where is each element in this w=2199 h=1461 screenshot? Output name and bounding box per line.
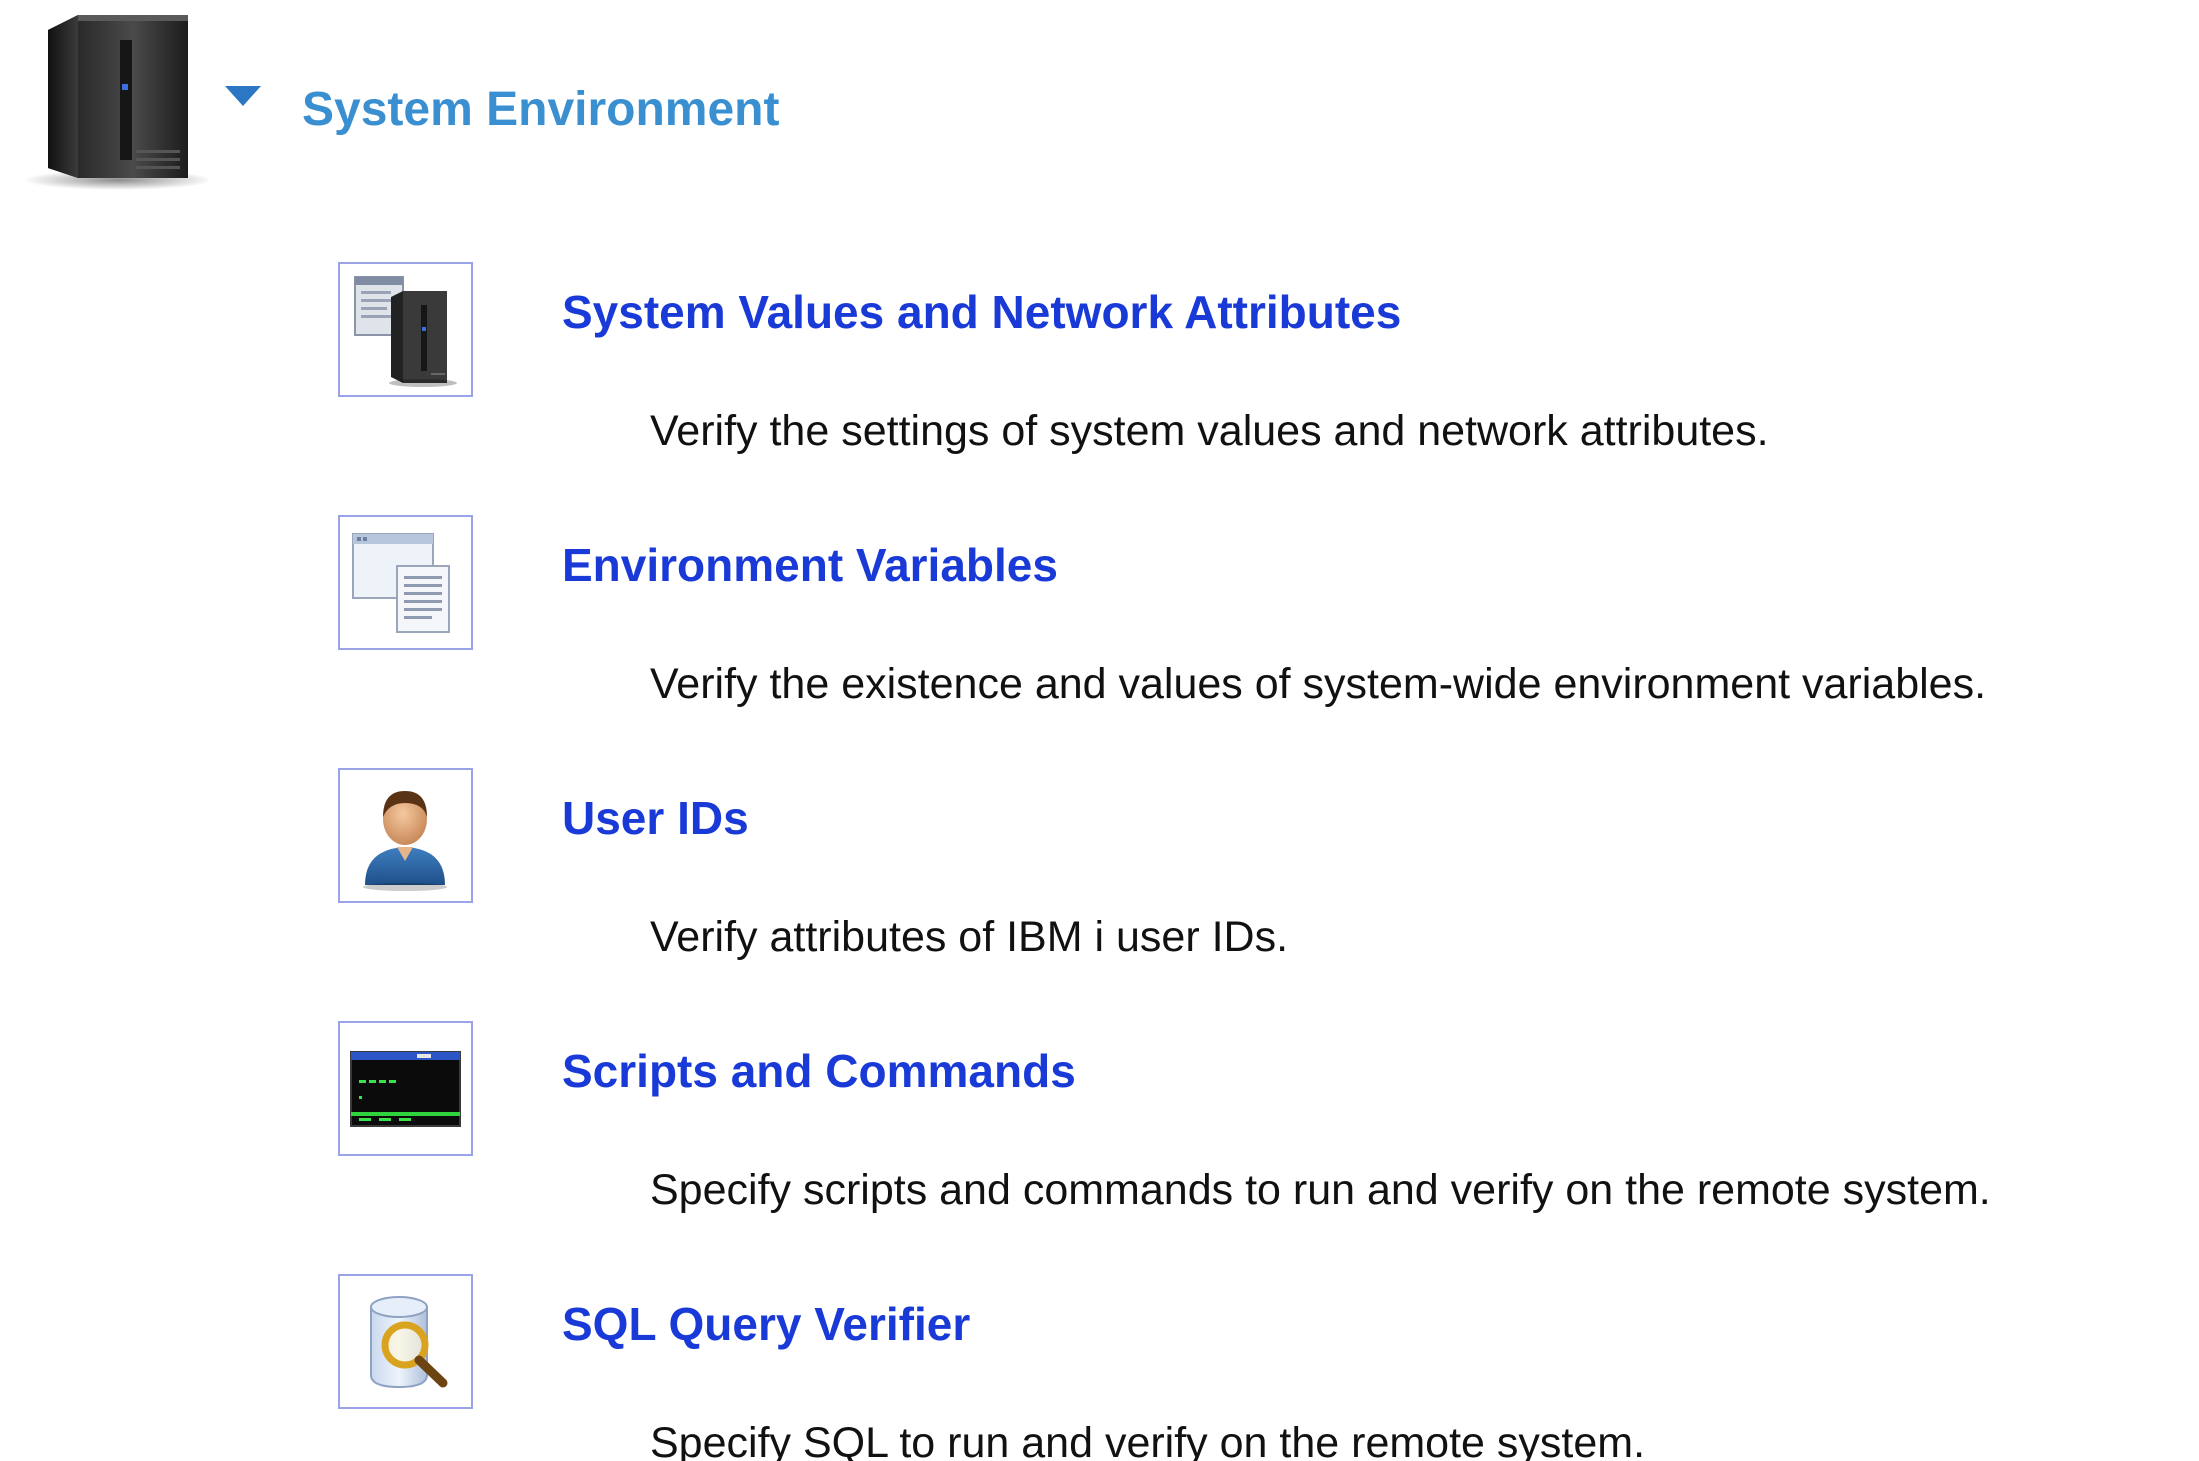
list-item: Scripts and Commands Specify scripts and… xyxy=(0,1021,2199,1271)
user-ids-button[interactable] xyxy=(338,768,473,903)
scripts-commands-link[interactable]: Scripts and Commands xyxy=(562,1043,1076,1099)
system-values-link[interactable]: System Values and Network Attributes xyxy=(562,284,1401,340)
list-item: SQL Query Verifier Specify SQL to run an… xyxy=(0,1274,2199,1461)
environment-variables-description: Verify the existence and values of syste… xyxy=(650,660,1987,708)
scripts-commands-description: Specify scripts and commands to run and … xyxy=(650,1166,1991,1214)
sql-query-verifier-link[interactable]: SQL Query Verifier xyxy=(562,1296,970,1352)
environment-variables-button[interactable] xyxy=(338,515,473,650)
environment-variables-icon xyxy=(352,533,450,633)
system-values-icon xyxy=(354,276,457,387)
list-item: System Values and Network Attributes Ver… xyxy=(0,262,2199,512)
user-icon xyxy=(363,791,447,891)
section-title[interactable]: System Environment xyxy=(302,80,779,140)
page: System Environment System Values and Net… xyxy=(0,0,2199,1461)
user-ids-link[interactable]: User IDs xyxy=(562,790,749,846)
collapse-triangle-icon[interactable] xyxy=(225,86,261,106)
system-values-description: Verify the settings of system values and… xyxy=(650,407,1769,455)
section-header xyxy=(18,10,208,190)
terminal-icon xyxy=(350,1051,461,1127)
sql-query-verifier-button[interactable] xyxy=(338,1274,473,1409)
sql-query-verifier-description: Specify SQL to run and verify on the rem… xyxy=(650,1419,1646,1461)
user-ids-description: Verify attributes of IBM i user IDs. xyxy=(650,913,1289,961)
scripts-commands-button[interactable] xyxy=(338,1021,473,1156)
server-tower-icon xyxy=(23,15,208,190)
system-values-button[interactable] xyxy=(338,262,473,397)
list-item: Environment Variables Verify the existen… xyxy=(0,515,2199,765)
list-item: User IDs Verify attributes of IBM i user… xyxy=(0,768,2199,1018)
database-search-icon xyxy=(370,1296,448,1389)
environment-variables-link[interactable]: Environment Variables xyxy=(562,537,1058,593)
